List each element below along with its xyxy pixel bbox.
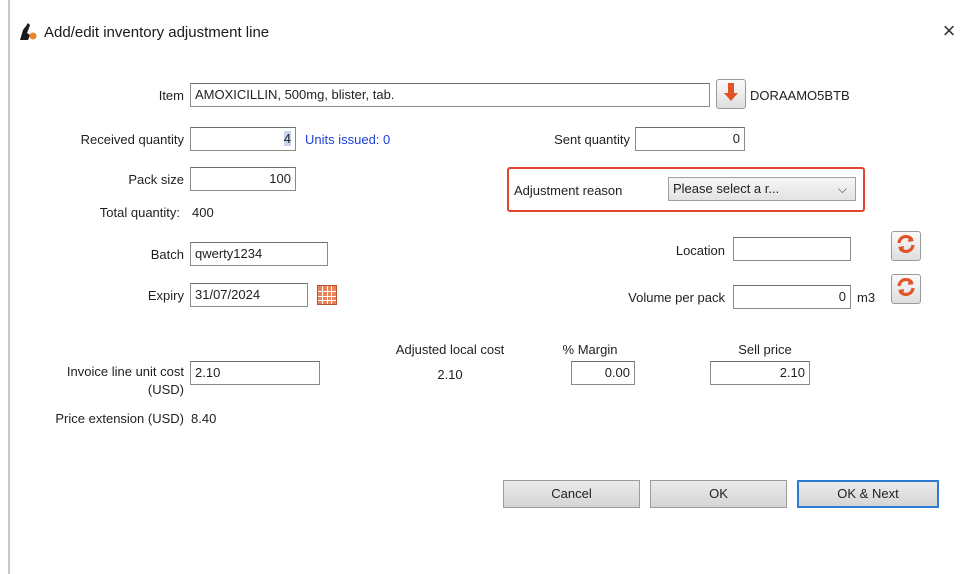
expiry-field[interactable]: 31/07/2024 [190,283,308,307]
close-icon[interactable]: × [938,20,960,42]
title-bar: Add/edit inventory adjustment line × [0,0,963,60]
total-quantity-label: Total quantity: [99,205,180,220]
volume-refresh-button[interactable] [891,274,921,304]
invoice-cost-field[interactable]: 2.10 [190,361,320,385]
adjustment-reason-selected: Please select a r... [673,181,780,196]
received-quantity-label: Received quantity [80,132,184,147]
invoice-cost-label-unit: (USD) [147,382,184,397]
received-quantity-value: 4 [283,131,291,146]
adjustment-reason-label: Adjustment reason [514,183,623,198]
down-arrow-icon [723,82,739,107]
item-lookup-button[interactable] [716,79,746,109]
margin-label: % Margin [562,342,618,357]
sent-quantity-label: Sent quantity [554,132,630,147]
volume-per-pack-label: Volume per pack [628,290,725,305]
location-refresh-button[interactable] [891,231,921,261]
ok-button[interactable]: OK [650,480,787,508]
total-quantity-value: 400 [192,205,214,220]
refresh-icon [895,276,917,303]
price-extension-value: 8.40 [191,411,217,426]
item-label: Item [158,88,184,103]
sell-price-field[interactable]: 2.10 [710,361,810,385]
window-edge [8,0,10,574]
adjusted-local-cost-value: 2.10 [437,367,463,382]
dialog-title: Add/edit inventory adjustment line [44,24,270,41]
volume-unit: m3 [857,290,876,305]
cancel-button[interactable]: Cancel [503,480,640,508]
app-logo-icon [17,22,39,42]
ok-next-button[interactable]: OK & Next [797,480,939,508]
batch-label: Batch [150,247,184,262]
batch-field[interactable]: qwerty1234 [190,242,328,266]
margin-field[interactable]: 0.00 [571,361,635,385]
pack-size-label: Pack size [128,172,184,187]
chevron-down-icon: ⌵ [837,182,847,196]
units-issued-text: Units issued: 0 [305,132,391,147]
dialog-window: Add/edit inventory adjustment line × Ite… [0,0,963,574]
refresh-icon [895,233,917,260]
sent-quantity-field[interactable]: 0 [635,127,745,151]
pack-size-field[interactable]: 100 [190,167,296,191]
sell-price-label: Sell price [738,342,792,357]
invoice-cost-label: Invoice line unit cost [66,364,184,379]
calendar-icon[interactable] [317,285,337,305]
received-quantity-field[interactable]: 4 [190,127,296,151]
location-field[interactable] [733,237,851,261]
adjustment-reason-select[interactable]: Please select a r... ⌵ [668,177,856,201]
item-field[interactable]: AMOXICILLIN, 500mg, blister, tab. [190,83,710,107]
expiry-label: Expiry [147,288,184,303]
price-extension-label: Price extension (USD) [55,411,184,426]
adjusted-local-cost-label: Adjusted local cost [395,342,505,357]
item-code: DORAAMO5BTB [750,88,850,103]
volume-per-pack-field[interactable]: 0 [733,285,851,309]
location-label: Location [675,243,725,258]
